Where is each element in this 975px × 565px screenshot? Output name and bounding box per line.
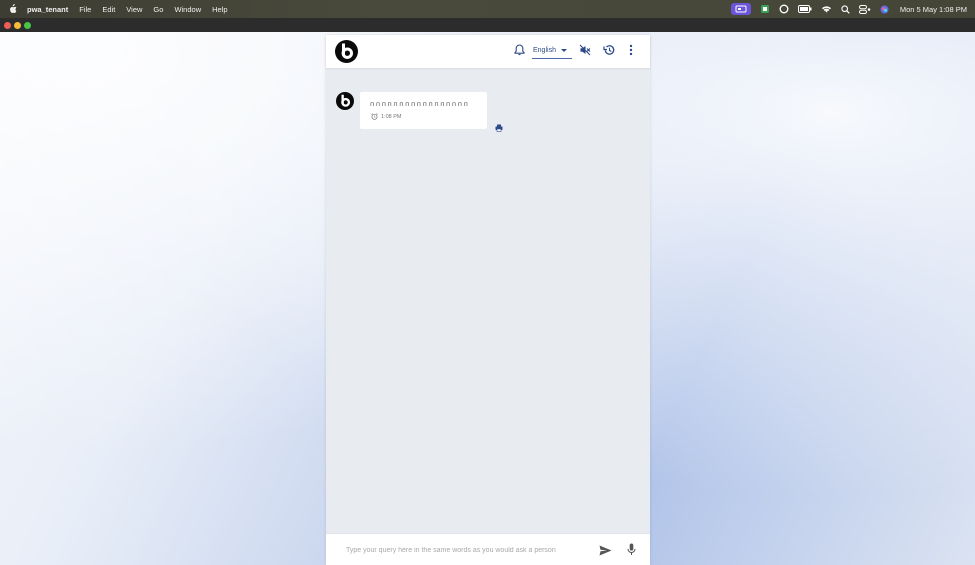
bot-message-bubble: ппппппппппппппппп 1:08 PM bbox=[360, 92, 487, 129]
menu-edit[interactable]: Edit bbox=[102, 5, 115, 14]
menubar-app-name[interactable]: pwa_tenant bbox=[27, 5, 68, 14]
minimize-window-button[interactable] bbox=[14, 21, 21, 29]
menubar-clock[interactable]: Mon 5 May 1:08 PM bbox=[900, 5, 967, 14]
wifi-icon[interactable] bbox=[821, 5, 832, 13]
menu-file[interactable]: File bbox=[79, 5, 91, 14]
print-icon[interactable] bbox=[495, 119, 503, 132]
menu-help[interactable]: Help bbox=[212, 5, 227, 14]
record-icon[interactable] bbox=[779, 4, 789, 14]
brand-logo-icon bbox=[335, 40, 358, 63]
apple-icon[interactable] bbox=[8, 4, 17, 14]
macos-menubar: pwa_tenant File Edit View Go Window Help… bbox=[0, 0, 975, 18]
zoom-window-button[interactable] bbox=[24, 21, 31, 29]
language-select[interactable]: English bbox=[532, 42, 572, 59]
close-window-button[interactable] bbox=[4, 21, 11, 29]
screen-share-icon[interactable] bbox=[730, 3, 751, 15]
menu-view[interactable]: View bbox=[126, 5, 142, 14]
message-time: 1:08 PM bbox=[381, 113, 402, 120]
bot-avatar-icon bbox=[336, 92, 354, 110]
menu-window[interactable]: Window bbox=[174, 5, 201, 14]
chat-header: English bbox=[326, 35, 650, 68]
query-input[interactable] bbox=[346, 542, 578, 558]
message-timestamp: 1:08 PM bbox=[371, 113, 401, 120]
volume-off-icon[interactable] bbox=[578, 43, 592, 57]
menu-go[interactable]: Go bbox=[153, 5, 163, 14]
more-vert-icon[interactable] bbox=[624, 43, 638, 57]
window-title-bar bbox=[0, 18, 975, 32]
chat-panel: English ппппппппппппппппп 1:08 PM bbox=[326, 35, 650, 565]
app-status-icon[interactable] bbox=[760, 4, 770, 14]
alarm-clock-icon bbox=[371, 113, 378, 120]
message-input-bar bbox=[326, 533, 650, 565]
battery-icon[interactable] bbox=[797, 5, 812, 13]
message-text: ппппппппппппппппп bbox=[370, 100, 470, 108]
microphone-icon[interactable] bbox=[625, 542, 637, 557]
siri-icon[interactable] bbox=[880, 5, 889, 14]
history-icon[interactable] bbox=[602, 43, 616, 57]
send-icon[interactable] bbox=[598, 543, 612, 557]
control-center-icon[interactable] bbox=[858, 4, 871, 14]
spotlight-search-icon[interactable] bbox=[841, 4, 850, 14]
language-select-value: English bbox=[533, 46, 556, 54]
chevron-down-icon bbox=[560, 48, 567, 52]
bell-icon[interactable] bbox=[512, 43, 526, 57]
